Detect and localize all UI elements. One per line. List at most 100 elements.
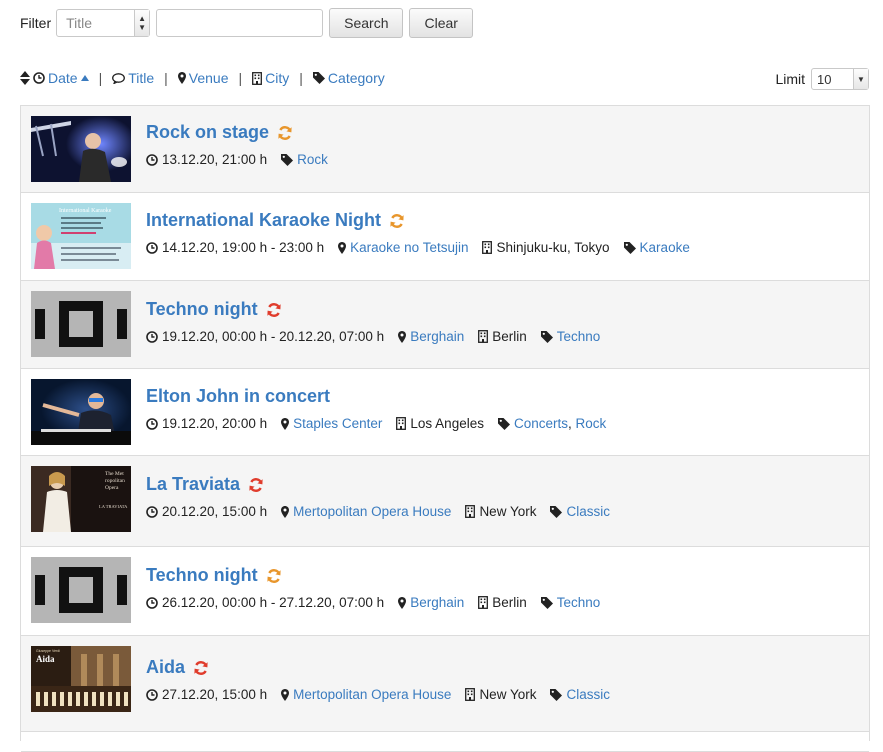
clock-icon	[146, 153, 158, 166]
event-meta: 13.12.20, 21:00 h Rock	[146, 152, 342, 167]
event-thumbnail[interactable]: The Met ropolitan Opera LA TRAVIATA	[31, 466, 131, 532]
event-category: Rock	[281, 152, 328, 167]
event-title-link[interactable]: La Traviata	[146, 474, 240, 495]
sort-category-label[interactable]: Category	[328, 70, 385, 86]
category-link[interactable]: Rock	[576, 416, 607, 431]
event-title-link[interactable]: Aida	[146, 657, 185, 678]
event-thumbnail[interactable]	[31, 557, 131, 623]
venue-link[interactable]: Mertopolitan Opera House	[293, 687, 451, 702]
venue-link[interactable]: Berghain	[410, 329, 464, 344]
event-thumbnail[interactable]	[31, 379, 131, 445]
event-date: 27.12.20, 15:00 h	[146, 687, 267, 702]
venue-link[interactable]: Karaoke no Tetsujin	[350, 240, 468, 255]
event-meta: 27.12.20, 15:00 h Mertopolitan Opera Hous…	[146, 687, 624, 702]
event-meta: 20.12.20, 15:00 h Mertopolitan Opera Hous…	[146, 504, 624, 519]
tag-icon	[497, 417, 510, 430]
limit-control: Limit 10 ▼	[775, 68, 869, 90]
category-link[interactable]: Rock	[297, 152, 328, 167]
event-city: Shinjuku-ku, Tokyo	[482, 240, 610, 255]
event-city: Los Angeles	[396, 416, 484, 431]
opera-poster-text-4: LA TRAVIATA	[99, 504, 128, 509]
venue-link[interactable]: Berghain	[410, 595, 464, 610]
comment-icon	[112, 72, 126, 84]
clock-icon	[146, 330, 158, 343]
opera-poster-text-2: ropolitan	[105, 478, 125, 484]
category-link[interactable]: Karaoke	[640, 240, 690, 255]
limit-select[interactable]: 10 ▼	[811, 68, 869, 90]
event-list: Rock on stage 13.12.20, 21:00 h Rock Intern…	[20, 105, 870, 752]
event-meta: 19.12.20, 20:00 h Staples Center Los Angel…	[146, 416, 620, 431]
caret-up-icon	[80, 75, 89, 81]
clock-icon	[33, 72, 45, 84]
event-meta: 19.12.20, 00:00 h - 20.12.20, 07:00 h Ber…	[146, 329, 614, 344]
clear-button[interactable]: Clear	[409, 8, 473, 38]
event-city-text: Shinjuku-ku, Tokyo	[496, 240, 610, 255]
category-link[interactable]: Concerts	[514, 416, 568, 431]
event-city: New York	[465, 687, 536, 702]
event-title-link[interactable]: Rock on stage	[146, 122, 269, 143]
sort-title[interactable]: Title	[112, 70, 154, 86]
event-title-link[interactable]: Techno night	[146, 565, 258, 586]
sort-date[interactable]: Date	[20, 70, 89, 86]
event-title: La Traviata	[146, 474, 264, 495]
filter-field-select[interactable]: Title ▲ ▼	[56, 9, 151, 37]
refresh-icon	[193, 660, 209, 676]
sort-city-label[interactable]: City	[265, 70, 289, 86]
event-date-text: 19.12.20, 00:00 h - 20.12.20, 07:00 h	[162, 329, 385, 344]
chevron-down-icon[interactable]: ▲ ▼	[134, 10, 150, 36]
search-button[interactable]: Search	[329, 8, 404, 38]
refresh-icon	[389, 213, 405, 229]
category-link[interactable]: Techno	[557, 329, 601, 344]
sort-city[interactable]: City	[252, 70, 289, 86]
event-row: Techno night 26.12.20, 00:00 h - 27.12.20…	[21, 547, 869, 636]
event-meta: 14.12.20, 19:00 h - 23:00 h Karaoke no Te…	[146, 240, 704, 255]
tag-icon	[550, 688, 563, 701]
building-icon	[252, 71, 263, 85]
event-title-link[interactable]: Elton John in concert	[146, 386, 330, 407]
event-thumbnail[interactable]: International Karaoke	[31, 203, 131, 269]
category-link[interactable]: Techno	[557, 595, 601, 610]
category-link[interactable]: Classic	[566, 687, 610, 702]
filter-field-value: Title	[66, 15, 93, 31]
sort-category[interactable]: Category	[312, 70, 385, 86]
sort-title-label[interactable]: Title	[128, 70, 154, 86]
event-thumbnail[interactable]: Giuseppe Verdi Aida	[31, 646, 131, 712]
map-marker-icon	[177, 72, 186, 84]
map-marker-icon	[338, 241, 347, 254]
event-row	[21, 732, 869, 752]
sort-venue-label[interactable]: Venue	[189, 70, 229, 86]
search-input[interactable]	[156, 9, 324, 37]
event-city-text: Los Angeles	[410, 416, 484, 431]
separator: |	[164, 70, 168, 86]
event-meta: 26.12.20, 00:00 h - 27.12.20, 07:00 h Ber…	[146, 595, 614, 610]
sort-date-label[interactable]: Date	[48, 70, 78, 86]
venue-link[interactable]: Mertopolitan Opera House	[293, 504, 451, 519]
event-date-text: 14.12.20, 19:00 h - 23:00 h	[162, 240, 325, 255]
tag-icon	[312, 72, 325, 84]
aida-poster-title: Aida	[36, 654, 55, 664]
opera-poster-text-3: Opera	[105, 485, 119, 491]
event-title-link[interactable]: Techno night	[146, 299, 258, 320]
category-link[interactable]: Classic	[566, 504, 610, 519]
aida-poster-subtitle: Giuseppe Verdi	[36, 649, 60, 653]
event-thumbnail[interactable]	[31, 116, 131, 182]
refresh-icon	[266, 302, 282, 318]
event-city-text: Berlin	[492, 595, 527, 610]
event-title-link[interactable]: International Karaoke Night	[146, 210, 381, 231]
event-category: Techno	[540, 595, 601, 610]
separator: |	[299, 70, 303, 86]
event-category: Techno	[540, 329, 601, 344]
event-row: Techno night 19.12.20, 00:00 h - 20.12.20…	[21, 281, 869, 369]
filter-bar: Filter Title ▲ ▼ Search Clear	[20, 8, 473, 38]
chevron-down-icon[interactable]: ▼	[853, 69, 868, 89]
event-category: Classic	[550, 687, 610, 702]
event-title: Techno night	[146, 299, 282, 320]
refresh-icon	[266, 568, 282, 584]
event-thumbnail[interactable]	[31, 291, 131, 357]
separator: |	[98, 70, 103, 86]
event-city: New York	[465, 504, 536, 519]
venue-link[interactable]: Staples Center	[293, 416, 382, 431]
event-row: International Karaoke International Karao…	[21, 193, 869, 281]
sort-venue[interactable]: Venue	[177, 70, 229, 86]
map-marker-icon	[281, 505, 290, 518]
